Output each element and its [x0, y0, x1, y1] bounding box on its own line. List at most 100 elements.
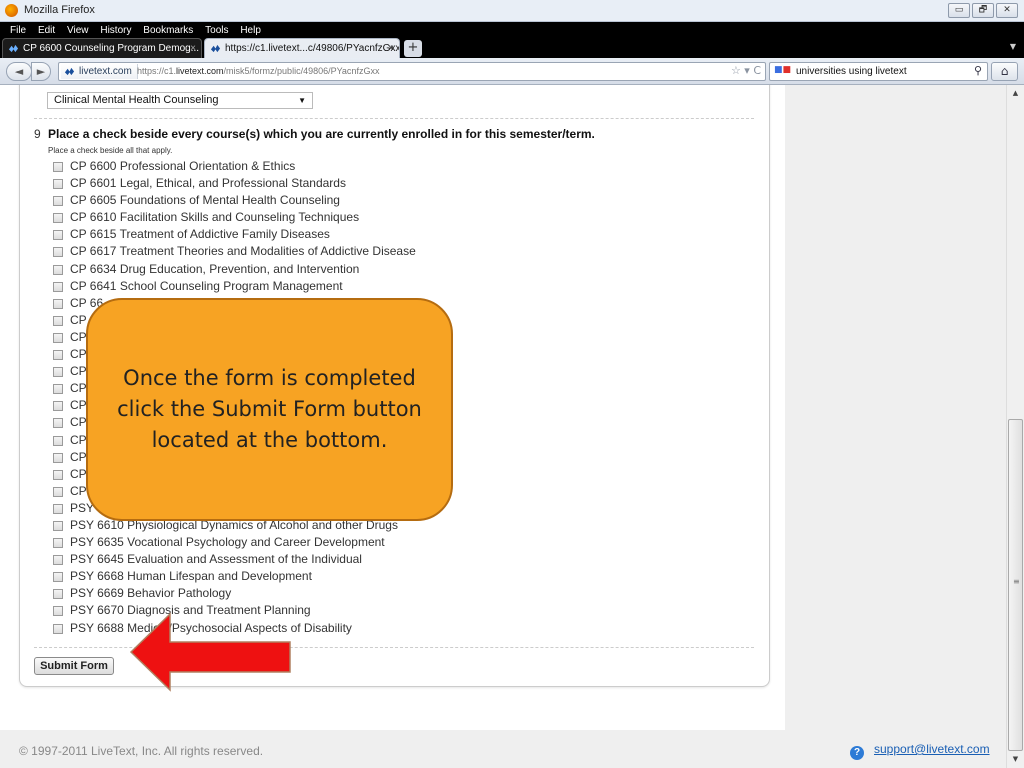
question-text: Place a check beside every course(s) whi…	[48, 127, 595, 141]
menu-help[interactable]: Help	[240, 25, 261, 36]
course-checkbox[interactable]	[53, 589, 63, 600]
course-label: PSY 6635 Vocational Psychology and Caree…	[70, 535, 385, 550]
course-checkbox[interactable]	[53, 350, 63, 361]
tab-label: https://c1.livetext...c/49806/PYacnfzGxx	[225, 43, 400, 54]
search-input[interactable]: universities using livetext	[796, 65, 907, 78]
tab-counseling-demographics[interactable]: CP 6600 Counseling Program Demog... ×	[2, 38, 202, 58]
instruction-callout: Once the form is completed click the Sub…	[86, 298, 453, 521]
course-label: CP	[70, 483, 87, 498]
window-title: Mozilla Firefox	[24, 4, 95, 16]
new-tab-button[interactable]: +	[404, 40, 422, 57]
help-icon: ?	[850, 746, 864, 760]
course-label: CP	[70, 381, 87, 396]
menu-bookmarks[interactable]: Bookmarks	[143, 25, 193, 36]
copyright-text: © 1997-2011 LiveText, Inc. All rights re…	[19, 744, 264, 758]
scroll-down-arrow-icon[interactable]: ▼	[1007, 751, 1024, 768]
livetext-favicon-icon	[210, 44, 221, 53]
course-checkbox[interactable]	[53, 520, 63, 531]
url-prefix: https://c1.	[137, 66, 177, 76]
back-button[interactable]: ◄	[6, 62, 32, 81]
course-checkbox[interactable]	[53, 452, 63, 463]
minimize-button[interactable]: ▭	[948, 3, 970, 18]
menu-tools[interactable]: Tools	[205, 25, 228, 36]
scroll-up-arrow-icon[interactable]: ▲	[1007, 85, 1024, 102]
course-label: CP 6601 Legal, Ethical, and Professional…	[70, 176, 346, 191]
google-search-engine-icon[interactable]: ■■	[774, 65, 791, 78]
program-select[interactable]: Clinical Mental Health Counseling ▼	[47, 92, 313, 109]
course-label: CP	[70, 398, 87, 413]
bookmark-star-icon[interactable]: ☆ ▾ C	[731, 64, 761, 77]
search-icon[interactable]: ⚲	[974, 64, 982, 77]
course-checkbox[interactable]	[53, 435, 63, 446]
course-checkbox[interactable]	[53, 469, 63, 480]
forward-button[interactable]: ►	[31, 62, 51, 81]
course-label: CP	[70, 312, 87, 327]
course-label: CP	[70, 449, 87, 464]
menu-view[interactable]: View	[67, 25, 89, 36]
red-arrow-icon	[129, 612, 291, 692]
submit-form-button[interactable]: Submit Form	[34, 657, 114, 675]
page-footer: © 1997-2011 LiveText, Inc. All rights re…	[0, 730, 1006, 768]
course-label: CP 6605 Foundations of Mental Health Cou…	[70, 193, 340, 208]
course-checkbox[interactable]	[53, 213, 63, 224]
firefox-icon	[5, 4, 18, 17]
course-checkbox[interactable]	[53, 572, 63, 583]
program-select-value: Clinical Mental Health Counseling	[54, 94, 219, 106]
site-identity-button[interactable]: livetext.com	[61, 64, 138, 79]
course-checkbox[interactable]	[53, 315, 63, 326]
course-checkbox[interactable]	[53, 486, 63, 497]
tab-bar: CP 6600 Counseling Program Demog... × ht…	[0, 36, 1024, 58]
course-checkbox[interactable]	[53, 230, 63, 241]
site-identity-label: livetext.com	[79, 66, 132, 77]
menu-history[interactable]: History	[100, 25, 131, 36]
tab-close-icon[interactable]: ×	[388, 39, 394, 58]
course-label: CP	[70, 364, 87, 379]
course-checkbox[interactable]	[53, 247, 63, 258]
url-domain: livetext.com	[176, 66, 224, 76]
course-checkbox[interactable]	[53, 332, 63, 343]
menu-edit[interactable]: Edit	[38, 25, 55, 36]
restore-button[interactable]: 🗗	[972, 3, 994, 18]
course-checkbox[interactable]	[53, 196, 63, 207]
question-divider	[34, 118, 754, 119]
address-bar[interactable]: livetext.com https://c1.livetext.com/mis…	[58, 62, 766, 81]
course-checkbox[interactable]	[53, 418, 63, 429]
course-checkbox[interactable]	[53, 503, 63, 514]
chevron-down-icon: ▼	[298, 96, 306, 105]
course-checkbox[interactable]	[53, 384, 63, 395]
course-checkbox[interactable]	[53, 606, 63, 617]
course-checkbox[interactable]	[53, 264, 63, 275]
tab-label: CP 6600 Counseling Program Demog...	[23, 43, 200, 54]
course-checkbox[interactable]	[53, 555, 63, 566]
window-controls: ▭ 🗗 ✕	[948, 3, 1018, 18]
course-label: CP	[70, 432, 87, 447]
course-checkbox[interactable]	[53, 538, 63, 549]
course-checkbox[interactable]	[53, 179, 63, 190]
course-checkbox[interactable]	[53, 162, 63, 172]
course-label: PSY 6668 Human Lifespan and Development	[70, 569, 312, 584]
close-window-button[interactable]: ✕	[996, 3, 1018, 18]
course-label: CP 6617 Treatment Theories and Modalitie…	[70, 244, 416, 259]
tab-close-icon[interactable]: ×	[190, 39, 196, 58]
course-checkbox[interactable]	[53, 367, 63, 378]
livetext-favicon-icon	[8, 44, 19, 53]
support-email[interactable]: support@livetext.com	[874, 742, 990, 756]
question-hint: Place a check beside all that apply.	[48, 146, 173, 155]
course-label: CP	[70, 466, 87, 481]
home-button[interactable]: ⌂	[991, 62, 1018, 81]
vertical-scrollbar[interactable]: ▲ ≡ ▼	[1006, 85, 1024, 768]
support-link[interactable]: ? support@livetext.com	[850, 741, 990, 760]
navigation-bar: ◄ ► livetext.com https://c1.livetext.com…	[0, 58, 1024, 85]
course-checkbox[interactable]	[53, 281, 63, 292]
course-label: CP 6615 Treatment of Addictive Family Di…	[70, 227, 330, 242]
menu-file[interactable]: File	[10, 25, 26, 36]
tab-list-dropdown-icon[interactable]: ▼	[1010, 42, 1016, 51]
url-text[interactable]: https://c1.livetext.com/misk5/formz/publ…	[137, 65, 379, 78]
course-checkbox[interactable]	[53, 298, 63, 309]
course-checkbox[interactable]	[53, 623, 63, 634]
course-checkbox[interactable]	[53, 401, 63, 412]
tab-livetext-form[interactable]: https://c1.livetext...c/49806/PYacnfzGxx…	[204, 38, 400, 58]
search-bar[interactable]: ■■ universities using livetext ⚲	[769, 62, 988, 81]
question-number: 9	[34, 127, 41, 141]
scrollbar-thumb[interactable]: ≡	[1008, 419, 1023, 751]
